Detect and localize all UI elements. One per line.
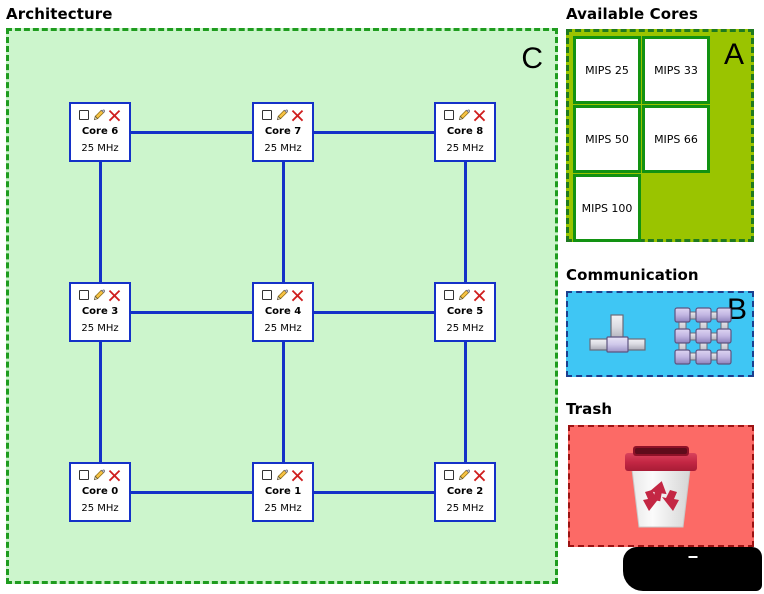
core-node-name: Core 2 (446, 486, 484, 497)
core-link-vertical[interactable] (99, 342, 102, 462)
available-core-item[interactable]: MIPS 100 (573, 174, 641, 242)
core-node-frequency: 25 MHz (446, 323, 484, 334)
core-link-horizontal[interactable] (314, 311, 434, 314)
edit-pencil-icon[interactable] (92, 109, 105, 122)
select-checkbox[interactable] (444, 110, 454, 120)
core-node[interactable]: Core 7 25 MHz (252, 102, 314, 162)
bus-topology-icon[interactable] (588, 313, 650, 359)
mesh-topology-icon[interactable] (672, 305, 734, 367)
delete-x-icon[interactable] (473, 469, 486, 482)
core-node-name: Core 5 (446, 306, 484, 317)
select-checkbox[interactable] (262, 290, 272, 300)
select-checkbox[interactable] (262, 470, 272, 480)
delete-x-icon[interactable] (291, 469, 304, 482)
core-node[interactable]: Core 1 25 MHz (252, 462, 314, 522)
core-link-vertical[interactable] (282, 342, 285, 462)
edit-pencil-icon[interactable] (92, 289, 105, 302)
core-node-toolbar (79, 286, 121, 304)
select-checkbox[interactable] (262, 110, 272, 120)
occluding-artifact (623, 547, 762, 591)
core-node-toolbar (262, 106, 304, 124)
core-node-toolbar (262, 286, 304, 304)
core-node-frequency: 25 MHz (81, 323, 119, 334)
select-checkbox[interactable] (79, 110, 89, 120)
core-link-vertical[interactable] (464, 162, 467, 282)
core-node-name: Core 0 (81, 486, 119, 497)
core-node-frequency: 25 MHz (81, 503, 119, 514)
select-checkbox[interactable] (444, 290, 454, 300)
core-node-name: Core 1 (264, 486, 302, 497)
select-checkbox[interactable] (444, 470, 454, 480)
available-core-item[interactable]: MIPS 66 (642, 105, 710, 173)
communication-palette[interactable]: B (566, 291, 754, 377)
core-node-frequency: 25 MHz (446, 143, 484, 154)
mips-core-grid: MIPS 25 MIPS 33 MIPS 50 MIPS 66 MIPS 100 (573, 36, 710, 242)
core-node-frequency: 25 MHz (81, 143, 119, 154)
core-node-frequency: 25 MHz (446, 503, 484, 514)
architecture-zone-letter: C (521, 42, 543, 75)
architecture-panel-title: Architecture (6, 5, 113, 23)
core-node[interactable]: Core 5 25 MHz (434, 282, 496, 342)
core-link-vertical[interactable] (282, 162, 285, 282)
core-link-horizontal[interactable] (131, 491, 252, 494)
core-node[interactable]: Core 4 25 MHz (252, 282, 314, 342)
core-node-name: Core 7 (264, 126, 302, 137)
core-node-name: Core 6 (81, 126, 119, 137)
edit-pencil-icon[interactable] (275, 109, 288, 122)
core-node-name: Core 3 (81, 306, 119, 317)
available-cores-palette[interactable]: A MIPS 25 MIPS 33 MIPS 50 MIPS 66 MIPS 100 (566, 29, 754, 242)
core-node-name: Core 4 (264, 306, 302, 317)
delete-x-icon[interactable] (473, 109, 486, 122)
core-link-horizontal[interactable] (314, 131, 434, 134)
core-node-frequency: 25 MHz (264, 503, 302, 514)
core-link-vertical[interactable] (99, 162, 102, 282)
core-link-horizontal[interactable] (131, 131, 252, 134)
core-node[interactable]: Core 3 25 MHz (69, 282, 131, 342)
available-cores-panel-title: Available Cores (566, 5, 698, 23)
trash-panel-title: Trash (566, 400, 613, 418)
edit-pencil-icon[interactable] (457, 469, 470, 482)
core-link-horizontal[interactable] (131, 311, 252, 314)
core-link-horizontal[interactable] (314, 491, 434, 494)
edit-pencil-icon[interactable] (457, 289, 470, 302)
core-node[interactable]: Core 8 25 MHz (434, 102, 496, 162)
available-core-item[interactable]: MIPS 25 (573, 36, 641, 104)
recycle-bin-icon[interactable] (619, 443, 703, 529)
edit-pencil-icon[interactable] (275, 469, 288, 482)
edit-pencil-icon[interactable] (457, 109, 470, 122)
available-core-item[interactable]: MIPS 33 (642, 36, 710, 104)
core-node-toolbar (444, 466, 486, 484)
select-checkbox[interactable] (79, 290, 89, 300)
edit-pencil-icon[interactable] (92, 469, 105, 482)
communication-panel-title: Communication (566, 266, 699, 284)
core-node[interactable]: Core 0 25 MHz (69, 462, 131, 522)
select-checkbox[interactable] (79, 470, 89, 480)
core-node-toolbar (262, 466, 304, 484)
delete-x-icon[interactable] (108, 469, 121, 482)
core-node-toolbar (444, 286, 486, 304)
core-link-vertical[interactable] (464, 342, 467, 462)
core-node-toolbar (79, 106, 121, 124)
delete-x-icon[interactable] (108, 289, 121, 302)
core-node-frequency: 25 MHz (264, 143, 302, 154)
edit-pencil-icon[interactable] (275, 289, 288, 302)
core-node-toolbar (79, 466, 121, 484)
core-node[interactable]: Core 2 25 MHz (434, 462, 496, 522)
core-node-name: Core 8 (446, 126, 484, 137)
available-cores-zone-letter: A (723, 38, 744, 71)
core-node-toolbar (444, 106, 486, 124)
trash-drop-zone[interactable] (568, 425, 754, 547)
delete-x-icon[interactable] (291, 289, 304, 302)
delete-x-icon[interactable] (108, 109, 121, 122)
delete-x-icon[interactable] (291, 109, 304, 122)
delete-x-icon[interactable] (473, 289, 486, 302)
core-node[interactable]: Core 6 25 MHz (69, 102, 131, 162)
core-node-frequency: 25 MHz (264, 323, 302, 334)
available-core-item[interactable]: MIPS 50 (573, 105, 641, 173)
